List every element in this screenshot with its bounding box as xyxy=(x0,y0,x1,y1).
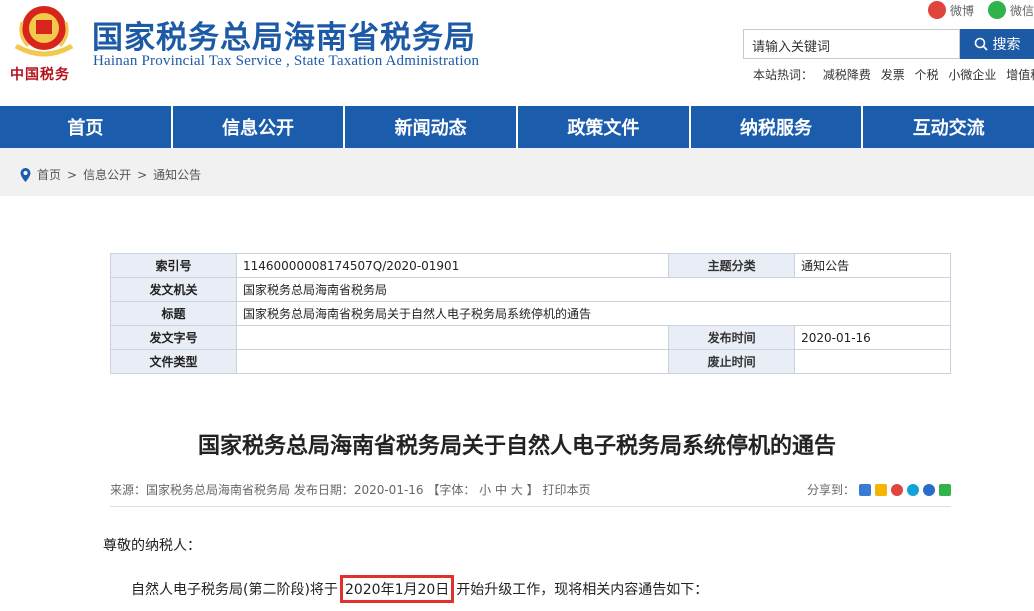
share-star-icon[interactable] xyxy=(875,483,887,496)
site-header: 中国税务 国家税务总局海南省税务局 Hainan Provincial Tax … xyxy=(0,0,1034,106)
breadcrumb-separator: > xyxy=(137,167,148,182)
issuer-value: 国家税务总局海南省税务局 xyxy=(236,277,951,302)
expire-label: 废止时间 xyxy=(668,349,796,374)
hot-word[interactable]: 个税 xyxy=(915,68,939,82)
search-icon xyxy=(974,37,988,51)
title-label: 标题 xyxy=(110,301,237,326)
share-bar: 分享到： xyxy=(807,481,951,498)
search-button-label: 搜索 xyxy=(992,37,1021,53)
breadcrumb-notice[interactable]: 通知公告 xyxy=(153,166,201,183)
table-row: 索引号 11460000008174507Q/2020-01901 主题分类 通… xyxy=(110,253,951,278)
hot-words-label: 本站热词： xyxy=(753,68,814,82)
weibo-icon xyxy=(927,1,946,19)
location-pin-icon xyxy=(20,167,31,182)
index-label: 索引号 xyxy=(110,253,237,278)
meta-divider xyxy=(110,506,951,507)
wechat-link[interactable]: 微信 xyxy=(987,0,1034,20)
paragraph-text-after: 开始升级工作，现将相关内容通告如下： xyxy=(456,582,709,598)
emblem-caption: 中国税务 xyxy=(10,67,70,83)
issuer-label: 发文机关 xyxy=(110,277,237,302)
article-title: 国家税务总局海南省税务局关于自然人电子税务局系统停机的通告 xyxy=(197,434,836,459)
tax-emblem-icon xyxy=(14,6,74,57)
weibo-link[interactable]: 微博 xyxy=(927,0,974,20)
breadcrumb: 首页 > 信息公开 > 通知公告 xyxy=(20,166,201,183)
hot-word[interactable]: 小微企业 xyxy=(948,68,996,82)
paragraph-text-before: 自然人电子税务局(第二阶段)将于 xyxy=(131,582,338,598)
nav-item-policy[interactable]: 政策文件 xyxy=(518,106,691,148)
docno-value xyxy=(235,325,670,350)
nav-item-interaction[interactable]: 互动交流 xyxy=(863,106,1034,148)
breadcrumb-separator: > xyxy=(67,167,78,182)
pubdate-value: 2020-01-16 xyxy=(794,325,951,350)
nav-item-home[interactable]: 首页 xyxy=(0,106,173,148)
hot-word[interactable]: 增值税 xyxy=(1006,68,1034,82)
greeting: 尊敬的纳税人： xyxy=(103,538,201,554)
table-row: 发文机关 国家税务总局海南省税务局 xyxy=(110,277,951,302)
index-value: 11460000008174507Q/2020-01901 xyxy=(235,253,670,278)
share-label: 分享到： xyxy=(806,483,855,497)
type-value xyxy=(235,349,670,374)
search-button[interactable]: 搜索 xyxy=(960,29,1034,59)
share-weibo-icon[interactable] xyxy=(891,483,903,496)
article-meta: 来源：国家税务总局海南省税务局 发布日期：2020-01-16 【字体： 小 中… xyxy=(110,481,951,501)
search-input[interactable]: 请输入关键词 xyxy=(743,29,960,59)
site-title[interactable]: 国家税务总局海南省税务局 xyxy=(92,12,476,57)
weibo-label: 微博 xyxy=(949,3,974,18)
expire-value xyxy=(794,349,951,374)
table-row: 发文字号 发布时间 2020-01-16 xyxy=(110,325,951,350)
document-info-table: 索引号 11460000008174507Q/2020-01901 主题分类 通… xyxy=(110,253,951,374)
share-wechat-icon[interactable] xyxy=(939,483,951,496)
main-nav: 首页 信息公开 新闻动态 政策文件 纳税服务 互动交流 xyxy=(0,106,1034,148)
hot-words: 本站热词： 减税降费 发票 个税 小微企业 增值税 xyxy=(753,66,1034,83)
highlighted-date: 2020年1月20日 xyxy=(339,575,455,603)
wechat-icon xyxy=(987,1,1006,19)
hot-word[interactable]: 减税降费 xyxy=(823,68,871,82)
share-plus-icon[interactable] xyxy=(859,483,871,496)
type-label: 文件类型 xyxy=(110,349,237,374)
topic-label: 主题分类 xyxy=(668,253,796,278)
nav-item-tax-service[interactable]: 纳税服务 xyxy=(691,106,864,148)
breadcrumb-home[interactable]: 首页 xyxy=(37,166,61,183)
wechat-label: 微信 xyxy=(1009,3,1034,18)
topic-value: 通知公告 xyxy=(794,253,951,278)
share-qzone-icon[interactable] xyxy=(907,483,919,496)
social-links: 微博 微信 xyxy=(927,0,1034,20)
table-row: 文件类型 废止时间 xyxy=(110,349,951,374)
share-renren-icon[interactable] xyxy=(923,483,935,496)
table-row: 标题 国家税务总局海南省税务局关于自然人电子税务局系统停机的通告 xyxy=(110,301,951,326)
hot-word[interactable]: 发票 xyxy=(881,68,905,82)
nav-item-news[interactable]: 新闻动态 xyxy=(345,106,519,148)
pubdate-label: 发布时间 xyxy=(668,325,796,350)
site-subtitle: Hainan Provincial Tax Service , State Ta… xyxy=(93,53,480,69)
title-value: 国家税务总局海南省税务局关于自然人电子税务局系统停机的通告 xyxy=(236,301,951,326)
article-meta-text: 来源：国家税务总局海南省税务局 发布日期：2020-01-16 【字体： 小 中… xyxy=(110,483,591,497)
docno-label: 发文字号 xyxy=(110,325,237,350)
nav-item-info-public[interactable]: 信息公开 xyxy=(173,106,346,148)
breadcrumb-info-public[interactable]: 信息公开 xyxy=(83,166,131,183)
article-paragraph: 自然人电子税务局(第二阶段)将于 2020年1月20日 开始升级工作，现将相关内容通… xyxy=(131,575,708,603)
